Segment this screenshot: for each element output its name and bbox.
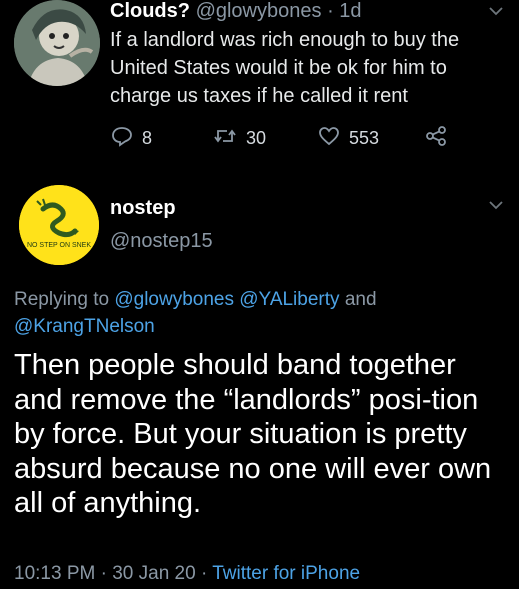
retweet-icon <box>212 124 238 153</box>
tweet-date[interactable]: 30 Jan 20 <box>112 563 195 584</box>
display-name[interactable]: Clouds? <box>110 0 190 22</box>
separator: · <box>100 563 107 584</box>
avatar[interactable] <box>14 0 100 86</box>
handle[interactable]: @nostep15 <box>110 230 213 253</box>
and-word: and <box>344 289 377 310</box>
tweet-text: Then people should band together and rem… <box>14 349 492 519</box>
replying-to-label: Replying to <box>14 289 110 310</box>
separator: · <box>200 563 208 584</box>
share-button[interactable] <box>424 124 448 153</box>
replying-to: Replying to @glowybones @YALiberty and @… <box>14 286 484 340</box>
tweet-header: Clouds? @glowybones · 1d <box>110 0 362 24</box>
mention-link[interactable]: @glowybones <box>114 289 234 310</box>
reply-icon <box>110 124 134 153</box>
retweet-count: 30 <box>246 128 267 148</box>
mention-link[interactable]: @KrangTNelson <box>14 316 155 337</box>
avatar[interactable]: NO STEP ON SNEK <box>19 185 99 265</box>
mention-link[interactable]: @YALiberty <box>239 289 339 310</box>
separator: · <box>327 0 334 22</box>
avatar-text: NO STEP ON SNEK <box>27 242 91 249</box>
share-icon <box>424 124 448 153</box>
reply-count: 8 <box>142 128 153 148</box>
tweet-metadata: 10:13 PM · 30 Jan 20 · Twitter for iPhon… <box>14 563 360 585</box>
tweet-text: If a landlord was rich enough to buy the… <box>110 29 460 107</box>
chevron-down-icon[interactable] <box>488 4 504 22</box>
timestamp[interactable]: 1d <box>339 0 361 22</box>
handle[interactable]: @glowybones <box>196 0 322 22</box>
like-icon <box>317 124 341 153</box>
reply-button[interactable]: 8 <box>110 124 152 153</box>
chevron-down-icon[interactable] <box>488 198 504 216</box>
retweet-button[interactable]: 30 <box>212 124 266 153</box>
like-count: 553 <box>349 128 380 148</box>
display-name[interactable]: nostep <box>110 197 176 220</box>
tweet-time[interactable]: 10:13 PM <box>14 563 95 584</box>
source-link[interactable]: Twitter for iPhone <box>212 563 360 584</box>
like-button[interactable]: 553 <box>317 124 379 153</box>
